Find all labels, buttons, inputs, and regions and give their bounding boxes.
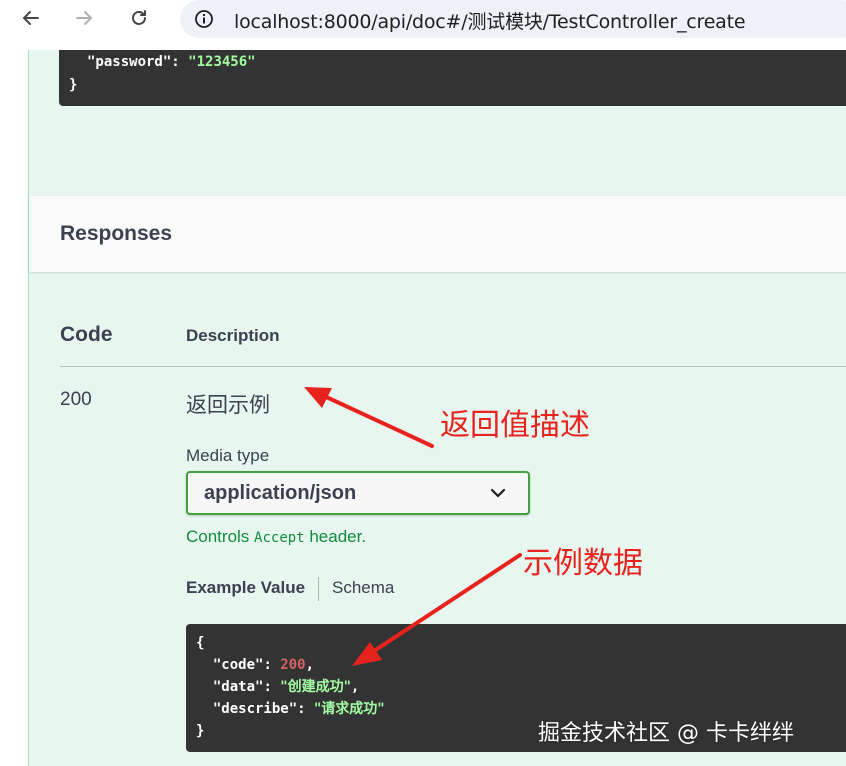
request-example-line: "password": "123456" [87,54,256,70]
back-button[interactable] [15,2,47,34]
media-type-value: application/json [204,482,357,504]
response-description: 返回示例 [186,393,270,417]
annotation-description-note: 返回值描述 [440,408,590,443]
controls-accept-header-note: Controls Accept header. [186,527,367,546]
operation-block: "password": "123456" } Responses Code De… [28,50,846,766]
info-icon[interactable] [194,9,214,29]
example-open-brace: { [196,635,205,651]
tab-example-value[interactable]: Example Value [186,578,305,598]
example-line-code: "code": 200, [212,657,315,673]
browser-toolbar: localhost:8000/api/doc#/测试模块/TestControl… [0,0,846,38]
chevron-down-icon [490,488,506,498]
tab-divider [318,577,319,601]
url-text[interactable]: localhost:8000/api/doc#/测试模块/TestControl… [234,7,746,34]
arrow-left-icon [22,11,39,25]
swagger-page: "password": "123456" } Responses Code De… [0,50,846,766]
watermark: 掘金技术社区 @ 卡卡绊绊 [538,721,794,746]
responses-title: Responses [60,222,173,245]
media-type-label: Media type [186,446,270,465]
tab-schema[interactable]: Schema [332,578,394,598]
table-header-divider [60,366,846,367]
request-example-close: } [69,77,78,93]
example-line-data: "data": "创建成功", [212,679,360,695]
column-header-description: Description [186,326,280,345]
arrow-right-icon [76,11,93,25]
reload-button[interactable] [123,2,155,34]
address-bar[interactable]: localhost:8000/api/doc#/测试模块/TestControl… [180,0,846,38]
example-close-brace: } [196,723,205,739]
request-body-example: "password": "123456" } [59,50,846,106]
column-header-code: Code [60,323,113,346]
annotation-example-note: 示例数据 [523,546,643,581]
media-type-select[interactable]: application/json [186,471,530,515]
responses-header: Responses [29,196,846,272]
forward-button[interactable] [68,2,100,34]
reload-icon [132,10,146,25]
response-code: 200 [60,389,92,410]
example-line-describe: "describe": "请求成功" [212,701,385,717]
